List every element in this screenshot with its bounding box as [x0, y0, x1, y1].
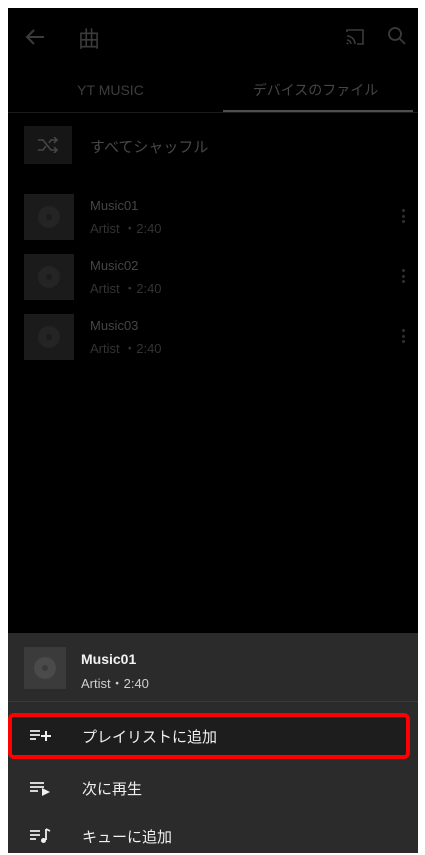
disc-icon	[38, 206, 60, 228]
back-arrow-icon[interactable]	[22, 24, 48, 50]
more-vert-icon[interactable]	[396, 326, 410, 346]
phone-screen: 曲 YT MUSIC デバイスのファイル すべてシャッフル Music01 Ar…	[8, 8, 418, 853]
more-vert-icon[interactable]	[396, 206, 410, 226]
cast-icon[interactable]	[344, 26, 366, 48]
track-subtitle: Artist ・2:40	[90, 221, 162, 236]
bottom-sheet: Music01 Artist・2:40 プレイリストに追加 次に再生 キューに追…	[8, 633, 418, 853]
tab-device-files[interactable]: デバイスのファイル	[213, 70, 418, 110]
sheet-track-title: Music01	[81, 651, 137, 667]
track-title: Music03	[90, 318, 139, 333]
menu-label: 次に再生	[82, 780, 143, 798]
track-row[interactable]: Music01 Artist ・2:40	[8, 188, 418, 246]
album-art	[24, 194, 74, 240]
menu-item-add-to-queue[interactable]: キューに追加	[8, 813, 418, 853]
more-vert-icon[interactable]	[396, 266, 410, 286]
top-app-bar: 曲	[8, 8, 418, 66]
disc-icon	[38, 266, 60, 288]
search-icon[interactable]	[386, 25, 408, 47]
track-title: Music01	[90, 198, 139, 213]
album-art	[24, 254, 74, 300]
add-to-queue-icon	[28, 825, 54, 847]
menu-item-play-next[interactable]: 次に再生	[8, 765, 418, 811]
shuffle-icon	[24, 126, 72, 164]
track-title: Music02	[90, 258, 139, 273]
playlist-add-icon	[28, 725, 54, 747]
disc-icon	[38, 326, 60, 348]
page-title: 曲	[78, 28, 101, 53]
menu-label: キューに追加	[82, 828, 173, 846]
track-row[interactable]: Music03 Artist ・2:40	[8, 308, 418, 366]
sheet-album-art	[24, 647, 66, 689]
track-subtitle: Artist ・2:40	[90, 341, 162, 356]
album-art	[24, 314, 74, 360]
play-next-icon	[28, 777, 54, 799]
shuffle-all-row[interactable]: すべてシャッフル	[8, 118, 418, 174]
sheet-header: Music01 Artist・2:40	[8, 633, 418, 702]
tab-yt-music[interactable]: YT MUSIC	[8, 70, 213, 110]
menu-label: プレイリストに追加	[82, 728, 218, 746]
shuffle-all-label: すべてシャッフル	[90, 138, 209, 156]
track-subtitle: Artist ・2:40	[90, 281, 162, 296]
track-row[interactable]: Music02 Artist ・2:40	[8, 248, 418, 306]
tab-indicator	[223, 110, 413, 112]
disc-icon	[34, 657, 56, 679]
tab-bar: YT MUSIC デバイスのファイル	[8, 70, 418, 113]
sheet-track-subtitle: Artist・2:40	[81, 676, 149, 691]
menu-item-add-to-playlist[interactable]: プレイリストに追加	[8, 713, 418, 759]
